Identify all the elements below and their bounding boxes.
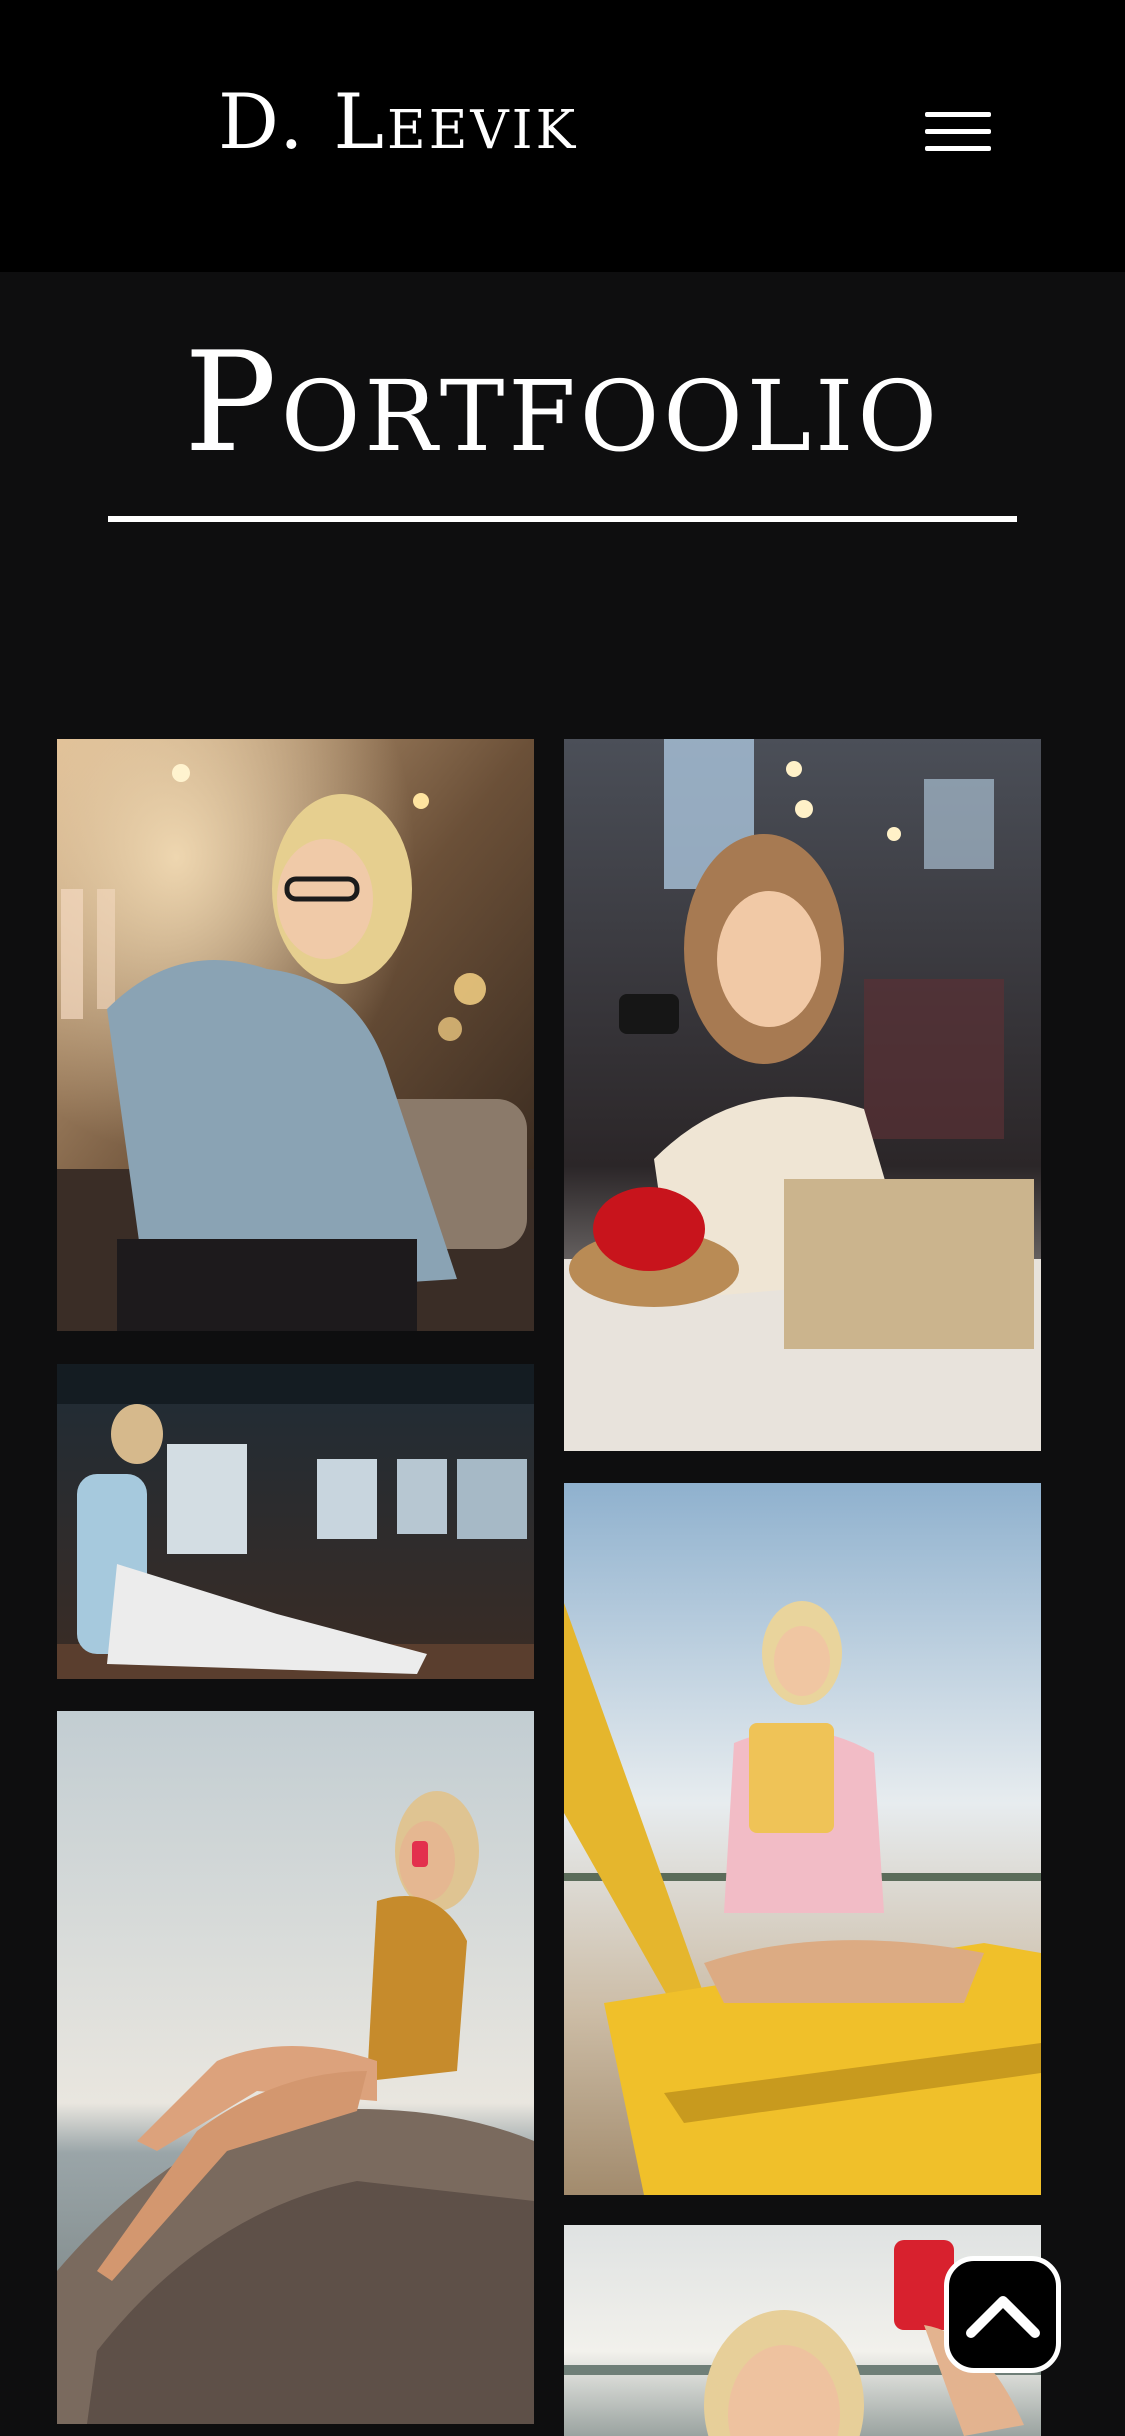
gallery-photo[interactable] [57, 1711, 534, 2424]
title-underline [108, 516, 1017, 522]
chevron-up-icon [966, 2296, 1040, 2338]
scroll-to-top-button[interactable] [944, 2256, 1061, 2373]
page-title: Portfoolio [183, 322, 941, 483]
hamburger-menu-icon [925, 112, 991, 117]
gallery-photo[interactable] [57, 1364, 534, 1679]
brand-logo[interactable]: D. Leevik [218, 84, 578, 160]
menu-button[interactable] [925, 108, 995, 156]
site-header: D. Leevik [0, 0, 1125, 272]
gallery-photo[interactable] [564, 1483, 1041, 2195]
gallery-photo[interactable] [57, 739, 534, 1331]
gallery-photo[interactable] [564, 739, 1041, 1451]
